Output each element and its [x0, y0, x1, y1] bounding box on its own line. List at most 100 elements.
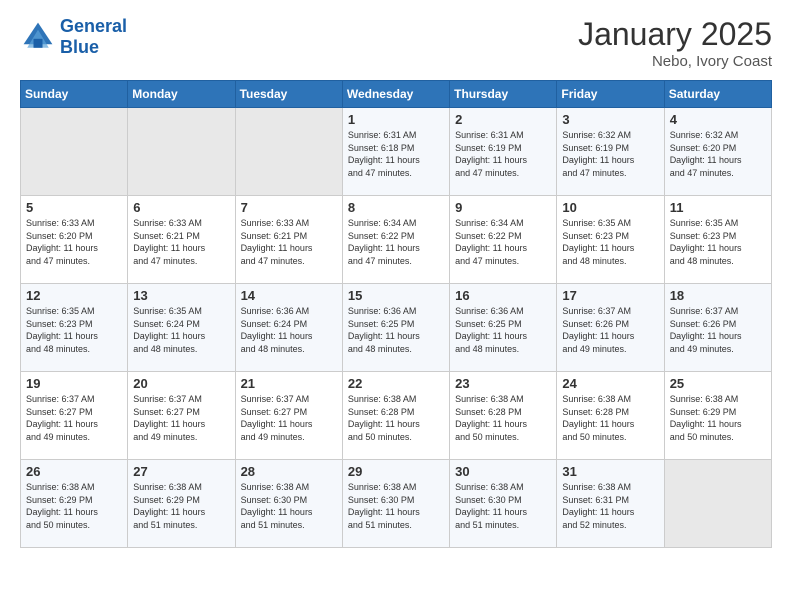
header: General Blue January 2025 Nebo, Ivory Co… — [20, 16, 772, 70]
day-number: 25 — [670, 376, 766, 391]
day-info: Sunrise: 6:37 AMSunset: 6:26 PMDaylight:… — [670, 305, 766, 355]
day-info: Sunrise: 6:36 AMSunset: 6:25 PMDaylight:… — [348, 305, 444, 355]
day-number: 26 — [26, 464, 122, 479]
table-row — [235, 108, 342, 196]
day-info: Sunrise: 6:33 AMSunset: 6:21 PMDaylight:… — [133, 217, 229, 267]
table-row: 24 Sunrise: 6:38 AMSunset: 6:28 PMDayligh… — [557, 372, 664, 460]
table-row: 19 Sunrise: 6:37 AMSunset: 6:27 PMDayligh… — [21, 372, 128, 460]
day-number: 8 — [348, 200, 444, 215]
day-info: Sunrise: 6:38 AMSunset: 6:29 PMDaylight:… — [670, 393, 766, 443]
day-info: Sunrise: 6:38 AMSunset: 6:29 PMDaylight:… — [26, 481, 122, 531]
calendar-location: Nebo, Ivory Coast — [578, 53, 772, 70]
day-number: 12 — [26, 288, 122, 303]
day-number: 6 — [133, 200, 229, 215]
table-row: 28 Sunrise: 6:38 AMSunset: 6:30 PMDayligh… — [235, 460, 342, 548]
day-number: 9 — [455, 200, 551, 215]
week-row: 19 Sunrise: 6:37 AMSunset: 6:27 PMDayligh… — [21, 372, 772, 460]
day-info: Sunrise: 6:37 AMSunset: 6:27 PMDaylight:… — [133, 393, 229, 443]
table-row: 5Sunrise: 6:33 AMSunset: 6:20 PMDaylight… — [21, 196, 128, 284]
week-row: 1 Sunrise: 6:31 AMSunset: 6:18 PMDaylight… — [21, 108, 772, 196]
day-number: 24 — [562, 376, 658, 391]
calendar-table: Sunday Monday Tuesday Wednesday Thursday… — [20, 80, 772, 548]
logo: General Blue — [20, 16, 127, 58]
day-number: 2 — [455, 112, 551, 127]
week-row: 12 Sunrise: 6:35 AMSunset: 6:23 PMDayligh… — [21, 284, 772, 372]
table-row: 9 Sunrise: 6:34 AMSunset: 6:22 PMDaylight… — [450, 196, 557, 284]
day-info: Sunrise: 6:38 AMSunset: 6:28 PMDaylight:… — [562, 393, 658, 443]
table-row: 3 Sunrise: 6:32 AMSunset: 6:19 PMDaylight… — [557, 108, 664, 196]
logo-general: General — [60, 16, 127, 37]
day-info: Sunrise: 6:36 AMSunset: 6:24 PMDaylight:… — [241, 305, 337, 355]
col-monday: Monday — [128, 81, 235, 108]
table-row: 16 Sunrise: 6:36 AMSunset: 6:25 PMDayligh… — [450, 284, 557, 372]
table-row: 25 Sunrise: 6:38 AMSunset: 6:29 PMDayligh… — [664, 372, 771, 460]
day-number: 13 — [133, 288, 229, 303]
day-info: Sunrise: 6:32 AMSunset: 6:19 PMDaylight:… — [562, 129, 658, 179]
day-info: Sunrise: 6:37 AMSunset: 6:27 PMDaylight:… — [26, 393, 122, 443]
week-row: 26 Sunrise: 6:38 AMSunset: 6:29 PMDayligh… — [21, 460, 772, 548]
day-number: 11 — [670, 200, 766, 215]
day-number: 18 — [670, 288, 766, 303]
day-number: 15 — [348, 288, 444, 303]
table-row: 1 Sunrise: 6:31 AMSunset: 6:18 PMDaylight… — [342, 108, 449, 196]
day-info: Sunrise: 6:38 AMSunset: 6:28 PMDaylight:… — [348, 393, 444, 443]
day-info: Sunrise: 6:38 AMSunset: 6:30 PMDaylight:… — [455, 481, 551, 531]
table-row: 31Sunrise: 6:38 AMSunset: 6:31 PMDayligh… — [557, 460, 664, 548]
day-info: Sunrise: 6:38 AMSunset: 6:30 PMDaylight:… — [241, 481, 337, 531]
day-number: 1 — [348, 112, 444, 127]
table-row: 13 Sunrise: 6:35 AMSunset: 6:24 PMDayligh… — [128, 284, 235, 372]
header-row: Sunday Monday Tuesday Wednesday Thursday… — [21, 81, 772, 108]
day-info: Sunrise: 6:38 AMSunset: 6:30 PMDaylight:… — [348, 481, 444, 531]
day-info: Sunrise: 6:37 AMSunset: 6:27 PMDaylight:… — [241, 393, 337, 443]
day-number: 17 — [562, 288, 658, 303]
day-number: 29 — [348, 464, 444, 479]
day-info: Sunrise: 6:37 AMSunset: 6:26 PMDaylight:… — [562, 305, 658, 355]
day-number: 30 — [455, 464, 551, 479]
day-number: 23 — [455, 376, 551, 391]
table-row: 7Sunrise: 6:33 AMSunset: 6:21 PMDaylight… — [235, 196, 342, 284]
col-friday: Friday — [557, 81, 664, 108]
day-number: 3 — [562, 112, 658, 127]
day-info: Sunrise: 6:35 AMSunset: 6:24 PMDaylight:… — [133, 305, 229, 355]
table-row: 29 Sunrise: 6:38 AMSunset: 6:30 PMDayligh… — [342, 460, 449, 548]
day-info: Sunrise: 6:34 AMSunset: 6:22 PMDaylight:… — [455, 217, 551, 267]
table-row: 27Sunrise: 6:38 AMSunset: 6:29 PMDayligh… — [128, 460, 235, 548]
day-info: Sunrise: 6:31 AMSunset: 6:18 PMDaylight:… — [348, 129, 444, 179]
day-number: 22 — [348, 376, 444, 391]
table-row: 17 Sunrise: 6:37 AMSunset: 6:26 PMDayligh… — [557, 284, 664, 372]
week-row: 5Sunrise: 6:33 AMSunset: 6:20 PMDaylight… — [21, 196, 772, 284]
day-number: 20 — [133, 376, 229, 391]
table-row: 18 Sunrise: 6:37 AMSunset: 6:26 PMDayligh… — [664, 284, 771, 372]
day-info: Sunrise: 6:31 AMSunset: 6:19 PMDaylight:… — [455, 129, 551, 179]
day-info: Sunrise: 6:36 AMSunset: 6:25 PMDaylight:… — [455, 305, 551, 355]
day-info: Sunrise: 6:35 AMSunset: 6:23 PMDaylight:… — [670, 217, 766, 267]
table-row: 21Sunrise: 6:37 AMSunset: 6:27 PMDayligh… — [235, 372, 342, 460]
day-number: 19 — [26, 376, 122, 391]
day-number: 28 — [241, 464, 337, 479]
col-thursday: Thursday — [450, 81, 557, 108]
table-row: 2 Sunrise: 6:31 AMSunset: 6:19 PMDaylight… — [450, 108, 557, 196]
day-number: 27 — [133, 464, 229, 479]
col-sunday: Sunday — [21, 81, 128, 108]
day-number: 4 — [670, 112, 766, 127]
day-number: 7 — [241, 200, 337, 215]
day-number: 16 — [455, 288, 551, 303]
table-row: 26 Sunrise: 6:38 AMSunset: 6:29 PMDayligh… — [21, 460, 128, 548]
table-row: 22 Sunrise: 6:38 AMSunset: 6:28 PMDayligh… — [342, 372, 449, 460]
day-info: Sunrise: 6:35 AMSunset: 6:23 PMDaylight:… — [26, 305, 122, 355]
calendar-title: January 2025 — [578, 16, 772, 53]
table-row — [128, 108, 235, 196]
day-number: 31 — [562, 464, 658, 479]
day-info: Sunrise: 6:38 AMSunset: 6:28 PMDaylight:… — [455, 393, 551, 443]
day-number: 5 — [26, 200, 122, 215]
table-row: 8Sunrise: 6:34 AMSunset: 6:22 PMDaylight… — [342, 196, 449, 284]
table-row: 14 Sunrise: 6:36 AMSunset: 6:24 PMDayligh… — [235, 284, 342, 372]
title-block: January 2025 Nebo, Ivory Coast — [578, 16, 772, 70]
table-row — [21, 108, 128, 196]
col-tuesday: Tuesday — [235, 81, 342, 108]
day-number: 14 — [241, 288, 337, 303]
table-row: 20 Sunrise: 6:37 AMSunset: 6:27 PMDayligh… — [128, 372, 235, 460]
page: General Blue January 2025 Nebo, Ivory Co… — [0, 0, 792, 612]
logo-blue: Blue — [60, 37, 99, 57]
table-row: 12 Sunrise: 6:35 AMSunset: 6:23 PMDayligh… — [21, 284, 128, 372]
